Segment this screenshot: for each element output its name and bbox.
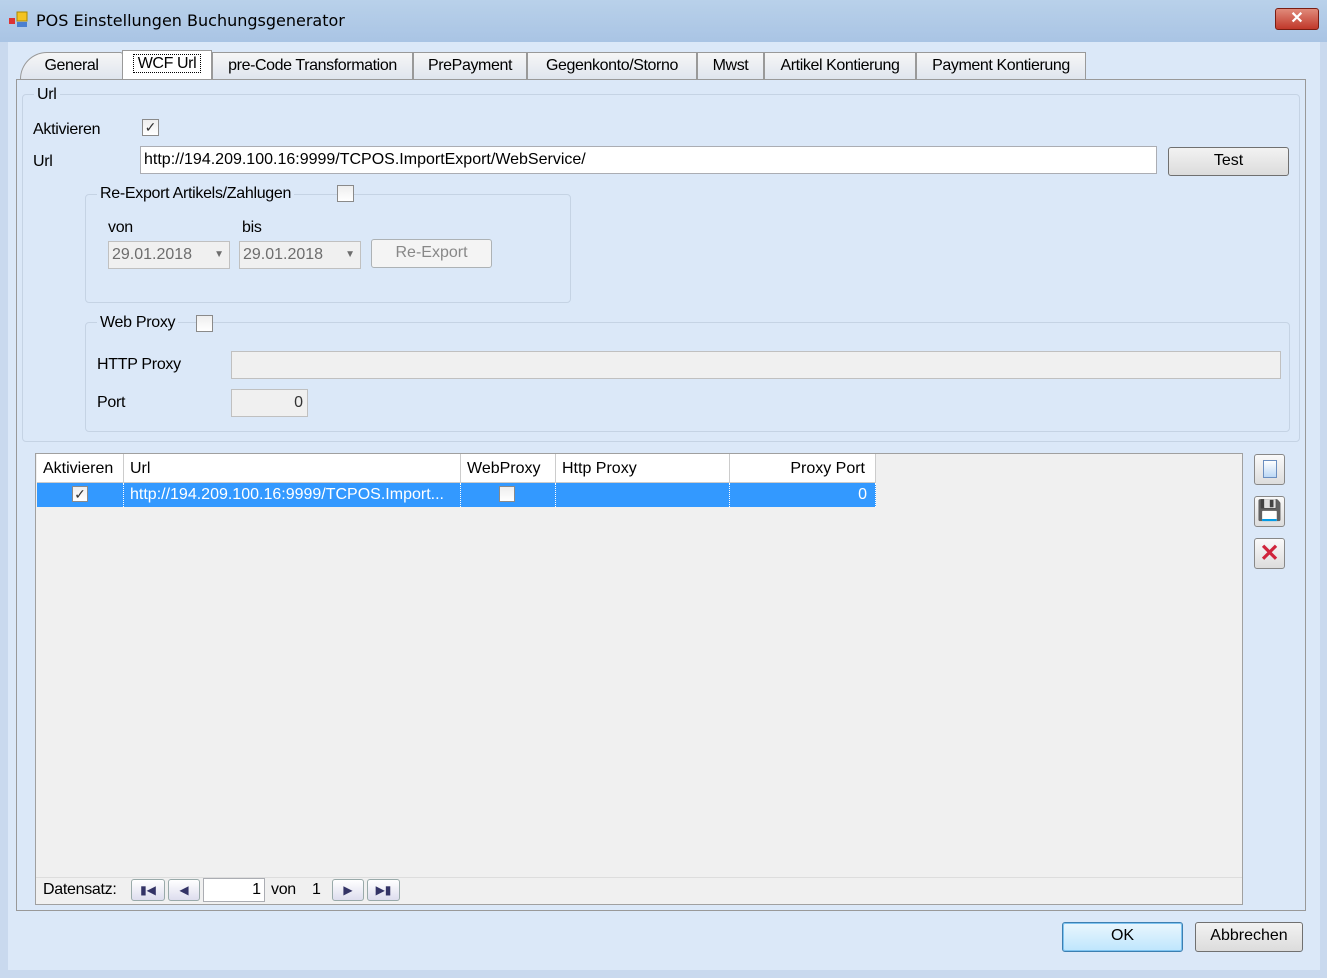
von-date-picker[interactable]: 29.01.2018 ▼ bbox=[108, 241, 230, 269]
new-button[interactable] bbox=[1254, 454, 1285, 485]
chevron-down-icon: ▼ bbox=[214, 249, 224, 260]
move-last-button[interactable]: ▶▮ bbox=[367, 879, 400, 901]
ok-button[interactable]: OK bbox=[1062, 922, 1183, 952]
next-record-icon: ▶ bbox=[343, 883, 353, 897]
total-count: 1 bbox=[312, 881, 321, 898]
cell-aktivieren[interactable]: ✓ bbox=[37, 483, 124, 507]
reexport-title: Re-Export Artikels/Zahlugen bbox=[97, 185, 295, 203]
von-label: von bbox=[108, 219, 133, 236]
column-header-url[interactable]: Url bbox=[124, 454, 461, 483]
last-record-icon: ▶▮ bbox=[375, 883, 392, 897]
bis-date-value: 29.01.2018 bbox=[243, 246, 324, 263]
cell-webproxy[interactable] bbox=[461, 483, 556, 507]
bis-date-picker[interactable]: 29.01.2018 ▼ bbox=[239, 241, 361, 269]
close-button[interactable]: ✕ bbox=[1275, 8, 1319, 30]
move-previous-button[interactable]: ◀ bbox=[168, 879, 200, 901]
port-input[interactable]: 0 bbox=[231, 389, 308, 417]
http-proxy-label: HTTP Proxy bbox=[97, 356, 181, 373]
tab-wcf-url[interactable]: WCF Url bbox=[122, 50, 212, 80]
tab-artikel-kontierung[interactable]: Artikel Kontierung bbox=[764, 52, 916, 79]
tab-general[interactable]: General bbox=[20, 52, 123, 79]
save-icon: 💾 bbox=[1257, 500, 1282, 522]
url-grid bbox=[35, 453, 1243, 905]
von-date-value: 29.01.2018 bbox=[112, 246, 193, 263]
reexport-button[interactable]: Re-Export bbox=[371, 239, 492, 268]
cell-proxy-port[interactable]: 0 bbox=[730, 483, 876, 507]
row-webproxy-checkbox[interactable] bbox=[499, 486, 515, 502]
previous-record-icon: ◀ bbox=[179, 883, 189, 897]
window-title: POS Einstellungen Buchungsgenerator bbox=[36, 11, 345, 30]
first-record-icon: ▮◀ bbox=[140, 883, 156, 897]
url-group-title: Url bbox=[34, 86, 60, 104]
tab-prepayment[interactable]: PrePayment bbox=[413, 52, 527, 79]
url-input[interactable]: http://194.209.100.16:9999/TCPOS.ImportE… bbox=[140, 146, 1157, 174]
app-icon bbox=[9, 11, 28, 27]
bis-label: bis bbox=[242, 219, 262, 236]
cell-url[interactable]: http://194.209.100.16:9999/TCPOS.Import.… bbox=[124, 483, 461, 507]
row-aktivieren-checkbox[interactable]: ✓ bbox=[72, 486, 88, 502]
port-label: Port bbox=[97, 394, 126, 411]
save-button[interactable]: 💾 bbox=[1254, 496, 1285, 527]
column-header-webproxy[interactable]: WebProxy bbox=[461, 454, 556, 483]
new-document-icon bbox=[1262, 460, 1277, 478]
http-proxy-input[interactable] bbox=[231, 351, 1281, 379]
tab-pre-code-transformation[interactable]: pre-Code Transformation bbox=[212, 52, 413, 79]
column-header-proxy-port[interactable]: Proxy Port bbox=[730, 454, 876, 483]
tab-mwst[interactable]: Mwst bbox=[697, 52, 764, 79]
column-header-aktivieren[interactable]: Aktivieren bbox=[37, 454, 124, 483]
of-label: von bbox=[271, 881, 296, 898]
url-label: Url bbox=[33, 153, 53, 170]
tab-label: WCF Url bbox=[132, 54, 202, 73]
aktivieren-label: Aktivieren bbox=[33, 121, 101, 138]
test-button[interactable]: Test bbox=[1168, 147, 1289, 176]
cancel-button[interactable]: Abbrechen bbox=[1195, 922, 1303, 952]
navigator-label: Datensatz: bbox=[43, 881, 117, 898]
chevron-down-icon: ▼ bbox=[345, 249, 355, 260]
web-proxy-checkbox[interactable] bbox=[196, 315, 213, 332]
move-next-button[interactable]: ▶ bbox=[332, 879, 364, 901]
cell-http-proxy[interactable] bbox=[556, 483, 730, 507]
position-input[interactable]: 1 bbox=[203, 878, 265, 902]
aktivieren-checkbox[interactable]: ✓ bbox=[142, 119, 159, 136]
delete-icon: ✕ bbox=[1259, 540, 1280, 567]
move-first-button[interactable]: ▮◀ bbox=[131, 879, 165, 901]
reexport-checkbox[interactable] bbox=[337, 185, 354, 202]
column-header-http-proxy[interactable]: Http Proxy bbox=[556, 454, 730, 483]
tab-gegenkonto-storno[interactable]: Gegenkonto/Storno bbox=[527, 52, 697, 79]
proxy-title: Web Proxy bbox=[97, 314, 179, 332]
delete-button[interactable]: ✕ bbox=[1254, 538, 1285, 569]
tab-payment-kontierung[interactable]: Payment Kontierung bbox=[916, 52, 1086, 79]
